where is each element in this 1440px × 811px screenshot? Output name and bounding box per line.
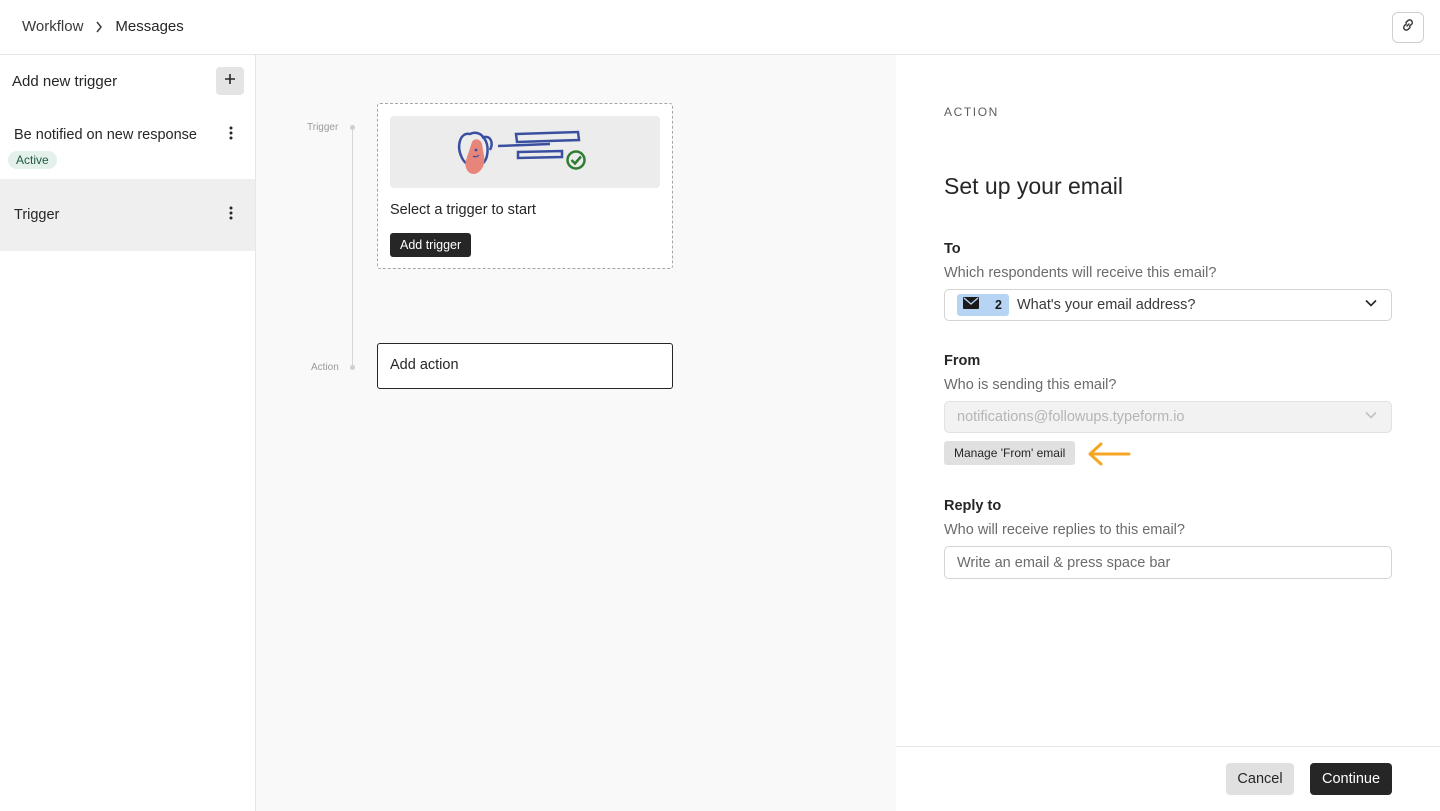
manage-from-email-button[interactable]: Manage 'From' email bbox=[944, 441, 1076, 465]
from-select-value: notifications@followups.typeform.io bbox=[957, 409, 1185, 425]
timeline-connector bbox=[352, 127, 353, 367]
action-panel: ACTION Set up your email To Which respon… bbox=[896, 55, 1440, 811]
from-select: notifications@followups.typeform.io bbox=[944, 401, 1392, 433]
add-action-card[interactable]: Add action bbox=[377, 343, 673, 389]
more-options-button[interactable] bbox=[221, 125, 241, 145]
status-badge: Active bbox=[8, 151, 57, 169]
to-select[interactable]: 2 What's your email address? bbox=[944, 289, 1392, 321]
kebab-menu-icon bbox=[229, 126, 233, 145]
from-help: Who is sending this email? bbox=[944, 377, 1117, 393]
to-select-value: What's your email address? bbox=[1017, 297, 1196, 313]
panel-footer: Cancel Continue bbox=[896, 746, 1440, 811]
to-help: Which respondents will receive this emai… bbox=[944, 265, 1217, 281]
timeline-dot bbox=[350, 125, 355, 130]
timeline-label-trigger: Trigger bbox=[307, 122, 339, 133]
workflow-canvas: Trigger Action Select a trigger to start bbox=[256, 55, 896, 811]
add-trigger-plus-button[interactable] bbox=[216, 67, 244, 95]
arrow-left-icon bbox=[1086, 441, 1132, 472]
panel-eyebrow: ACTION bbox=[944, 105, 999, 119]
sidebar-item-label: Be notified on new response bbox=[14, 127, 197, 143]
question-chip: 2 bbox=[957, 294, 1009, 316]
question-number: 2 bbox=[995, 298, 1002, 312]
reply-to-label: Reply to bbox=[944, 498, 1002, 514]
breadcrumb-workflow[interactable]: Workflow bbox=[22, 18, 83, 35]
chevron-right-icon bbox=[95, 21, 103, 33]
continue-button[interactable]: Continue bbox=[1310, 763, 1392, 795]
top-bar: Workflow Messages bbox=[0, 0, 1440, 55]
trigger-card: Select a trigger to start Add trigger bbox=[377, 103, 673, 269]
panel-title: Set up your email bbox=[944, 173, 1123, 199]
chevron-down-icon bbox=[1365, 411, 1377, 419]
envelope-icon bbox=[963, 296, 979, 314]
more-options-button[interactable] bbox=[221, 205, 241, 225]
add-trigger-button[interactable]: Add trigger bbox=[390, 233, 472, 257]
breadcrumb-messages: Messages bbox=[115, 18, 184, 35]
sidebar: Add new trigger Be notified on new respo… bbox=[0, 55, 256, 811]
reply-to-input[interactable] bbox=[944, 546, 1392, 579]
trigger-card-text: Select a trigger to start bbox=[390, 202, 536, 218]
plus-icon bbox=[224, 72, 236, 90]
sidebar-item-trigger[interactable]: Trigger bbox=[0, 179, 255, 251]
from-label: From bbox=[944, 353, 981, 369]
timeline-label-action: Action bbox=[311, 362, 339, 373]
kebab-menu-icon bbox=[229, 206, 233, 225]
link-icon bbox=[1400, 17, 1416, 38]
copy-link-button[interactable] bbox=[1392, 12, 1424, 43]
reply-to-help: Who will receive replies to this email? bbox=[944, 522, 1185, 538]
sidebar-item-new-response[interactable]: Be notified on new response Active bbox=[0, 115, 255, 179]
sidebar-header: Add new trigger bbox=[12, 73, 118, 90]
trigger-illustration bbox=[390, 116, 660, 188]
sidebar-item-label: Trigger bbox=[14, 207, 60, 223]
breadcrumb: Workflow Messages bbox=[22, 18, 184, 35]
to-label: To bbox=[944, 241, 961, 257]
cancel-button[interactable]: Cancel bbox=[1226, 763, 1294, 795]
timeline-dot bbox=[350, 365, 355, 370]
chevron-down-icon bbox=[1365, 299, 1377, 307]
